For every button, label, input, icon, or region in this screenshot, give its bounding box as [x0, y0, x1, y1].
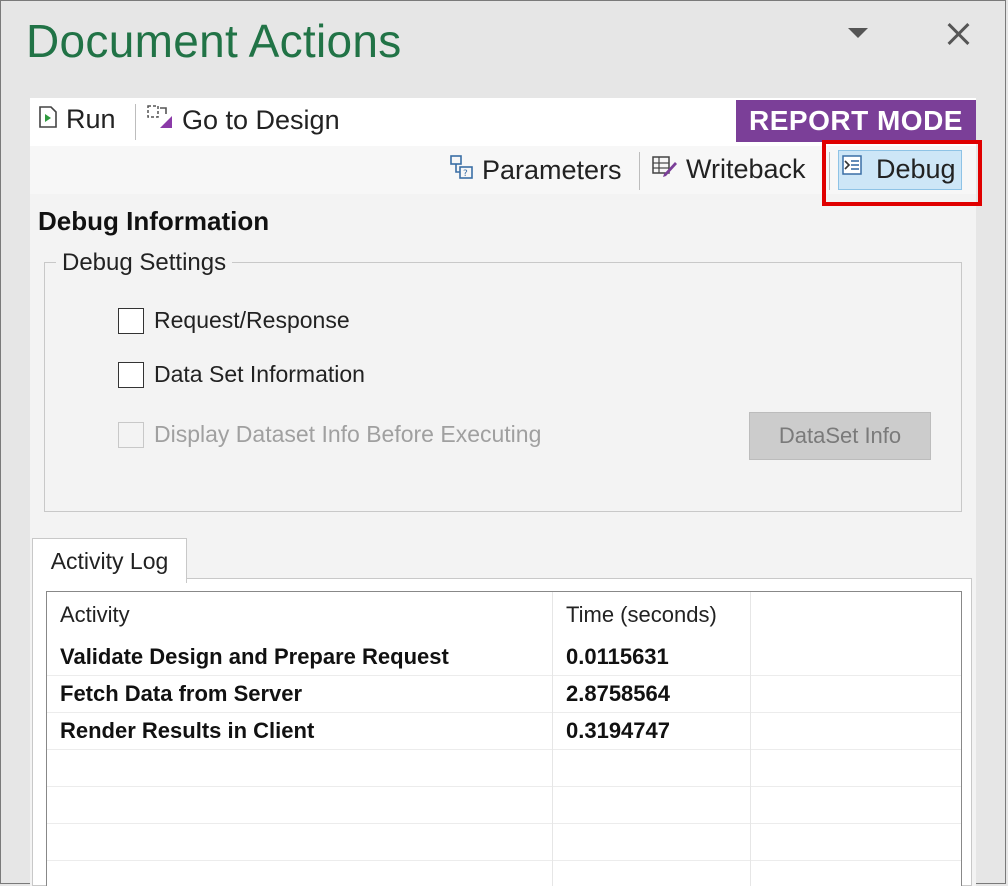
debug-button-content[interactable]: Debug — [842, 154, 956, 185]
display-dataset-label: Display Dataset Info Before Executing — [154, 421, 542, 447]
time-cell: 0.3194747 — [553, 712, 751, 749]
table-row-empty — [47, 786, 961, 824]
parameters-icon: ? — [450, 154, 474, 187]
parameters-label: Parameters — [482, 155, 622, 185]
column-header-time[interactable]: Time (seconds) — [553, 592, 751, 638]
debug-information-title: Debug Information — [38, 206, 270, 236]
writeback-icon — [652, 154, 678, 185]
dataset-information-checkbox[interactable] — [118, 361, 144, 388]
activity-cell: Render Results in Client — [47, 712, 553, 749]
activity-cell: Validate Design and Prepare Request — [47, 638, 553, 675]
tab-activity-log[interactable]: Activity Log — [32, 538, 187, 583]
go-to-design-label: Go to Design — [182, 105, 340, 135]
activity-log-grid: Activity Time (seconds) Validate Design … — [46, 591, 962, 886]
empty-cell — [751, 638, 961, 675]
column-header-activity[interactable]: Activity — [47, 592, 553, 638]
run-button[interactable]: Run — [38, 104, 116, 135]
run-label: Run — [66, 104, 116, 134]
pane-title: Document Actions — [26, 15, 402, 67]
dataset-information-label: Data Set Information — [154, 361, 365, 387]
table-row-empty — [47, 749, 961, 787]
request-response-label: Request/Response — [154, 307, 350, 333]
display-dataset-option: Display Dataset Info Before Executing — [118, 421, 541, 448]
request-response-checkbox[interactable] — [118, 307, 144, 334]
table-row[interactable]: Render Results in Client 0.3194747 — [47, 712, 961, 750]
time-cell: 0.0115631 — [553, 638, 751, 675]
debug-settings-legend: Debug Settings — [56, 249, 233, 277]
writeback-button[interactable]: Writeback — [652, 154, 806, 185]
dataset-info-button[interactable]: DataSet Info — [749, 412, 931, 460]
secondary-toolbar: ? Parameters Writeback Debug — [30, 146, 976, 194]
go-to-design-button[interactable]: Go to Design — [146, 104, 340, 137]
pane-options-dropdown-icon[interactable] — [848, 28, 868, 38]
time-cell: 2.8758564 — [553, 675, 751, 712]
toolbar-separator — [639, 152, 640, 190]
run-icon — [38, 104, 58, 135]
debug-icon — [842, 154, 868, 185]
empty-cell — [47, 786, 553, 823]
empty-cell — [553, 749, 751, 786]
activity-cell: Fetch Data from Server — [47, 675, 553, 712]
close-icon[interactable] — [942, 18, 974, 50]
empty-cell — [553, 860, 751, 886]
empty-cell — [47, 823, 553, 860]
report-mode-badge: REPORT MODE — [736, 100, 976, 142]
table-row[interactable]: Fetch Data from Server 2.8758564 — [47, 675, 961, 713]
empty-cell — [751, 675, 961, 712]
empty-cell — [553, 823, 751, 860]
dataset-information-option[interactable]: Data Set Information — [118, 361, 365, 388]
column-header-empty — [751, 592, 961, 638]
grid-header-row: Activity Time (seconds) — [47, 592, 961, 638]
request-response-option[interactable]: Request/Response — [118, 307, 350, 334]
svg-text:?: ? — [463, 169, 468, 179]
toolbar-separator — [829, 152, 830, 190]
table-row-empty — [47, 823, 961, 861]
design-icon — [146, 104, 174, 137]
table-row[interactable]: Validate Design and Prepare Request 0.01… — [47, 638, 961, 676]
empty-cell — [47, 860, 553, 886]
toolbar-separator — [135, 104, 136, 140]
parameters-button[interactable]: ? Parameters — [450, 154, 622, 187]
debug-label: Debug — [876, 154, 956, 184]
empty-cell — [553, 786, 751, 823]
primary-toolbar: Run Go to Design REPORT MODE — [30, 98, 976, 146]
empty-cell — [751, 712, 961, 749]
display-dataset-checkbox — [118, 421, 144, 448]
empty-cell — [47, 749, 553, 786]
table-row-empty — [47, 860, 961, 886]
writeback-label: Writeback — [686, 154, 806, 184]
